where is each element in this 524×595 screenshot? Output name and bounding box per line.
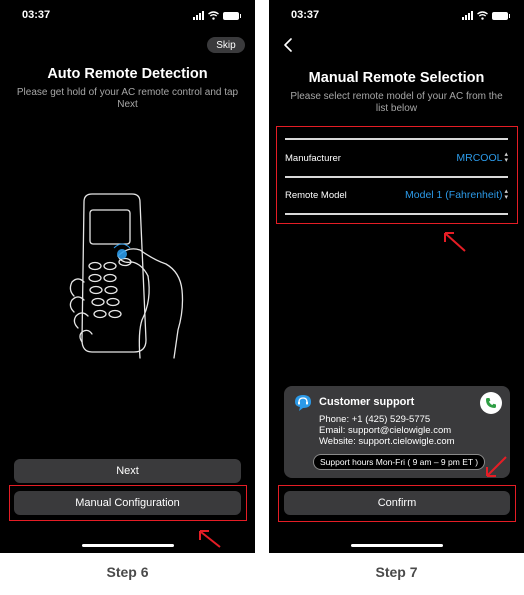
wifi-icon bbox=[477, 11, 488, 20]
battery-icon bbox=[492, 11, 510, 20]
phone-screen-auto-detection: 03:37 Skip Auto Remote Detection Please … bbox=[0, 0, 255, 553]
step-label-7: Step 7 bbox=[375, 564, 418, 580]
wifi-icon bbox=[208, 11, 219, 20]
page-subtitle: Please select remote model of your AC fr… bbox=[290, 91, 503, 114]
status-bar: 03:37 bbox=[269, 9, 524, 23]
status-time: 03:37 bbox=[22, 9, 51, 21]
highlight-box-remote-selection bbox=[276, 126, 518, 224]
status-icons bbox=[193, 11, 241, 20]
customer-support-card: Customer support Phone: +1 (425) 529-577… bbox=[284, 386, 510, 478]
home-indicator bbox=[81, 544, 174, 547]
pointer-arrow-icon bbox=[199, 530, 221, 548]
signal-icon bbox=[193, 11, 204, 20]
step-label-6: Step 6 bbox=[106, 564, 149, 580]
page-title: Manual Remote Selection bbox=[308, 70, 485, 86]
chevron-left-icon bbox=[284, 38, 292, 52]
support-phone: Phone: +1 (425) 529-5775 bbox=[319, 414, 431, 425]
support-hours-badge: Support hours Mon-Fri ( 9 am – 9 pm ET ) bbox=[313, 454, 486, 470]
pointer-arrow-icon bbox=[444, 232, 466, 252]
support-website: Website: support.cielowigle.com bbox=[319, 436, 455, 447]
signal-icon bbox=[462, 11, 473, 20]
status-time: 03:37 bbox=[291, 9, 320, 21]
pointer-arrow-icon bbox=[486, 456, 507, 477]
battery-icon bbox=[223, 11, 241, 20]
home-indicator bbox=[350, 544, 443, 547]
status-icons bbox=[462, 11, 510, 20]
phone-icon bbox=[486, 398, 496, 408]
skip-button[interactable]: Skip bbox=[207, 37, 245, 53]
call-support-button[interactable] bbox=[480, 392, 502, 414]
page-subtitle: Please get hold of your AC remote contro… bbox=[16, 87, 239, 110]
phone-screen-manual-selection: 03:37 Manual Remote Selection Please sel… bbox=[269, 0, 524, 553]
support-title: Customer support bbox=[319, 396, 415, 408]
highlight-box-manual-configuration bbox=[9, 485, 247, 521]
highlight-box-confirm bbox=[278, 485, 516, 522]
support-email: Email: support@cielowigle.com bbox=[319, 425, 452, 436]
page-title: Auto Remote Detection bbox=[47, 66, 208, 82]
headset-chat-icon bbox=[295, 395, 311, 411]
next-button[interactable]: Next bbox=[14, 459, 241, 483]
remote-in-hand-illustration bbox=[69, 193, 184, 359]
status-bar: 03:37 bbox=[0, 9, 255, 23]
back-button[interactable] bbox=[277, 34, 299, 56]
